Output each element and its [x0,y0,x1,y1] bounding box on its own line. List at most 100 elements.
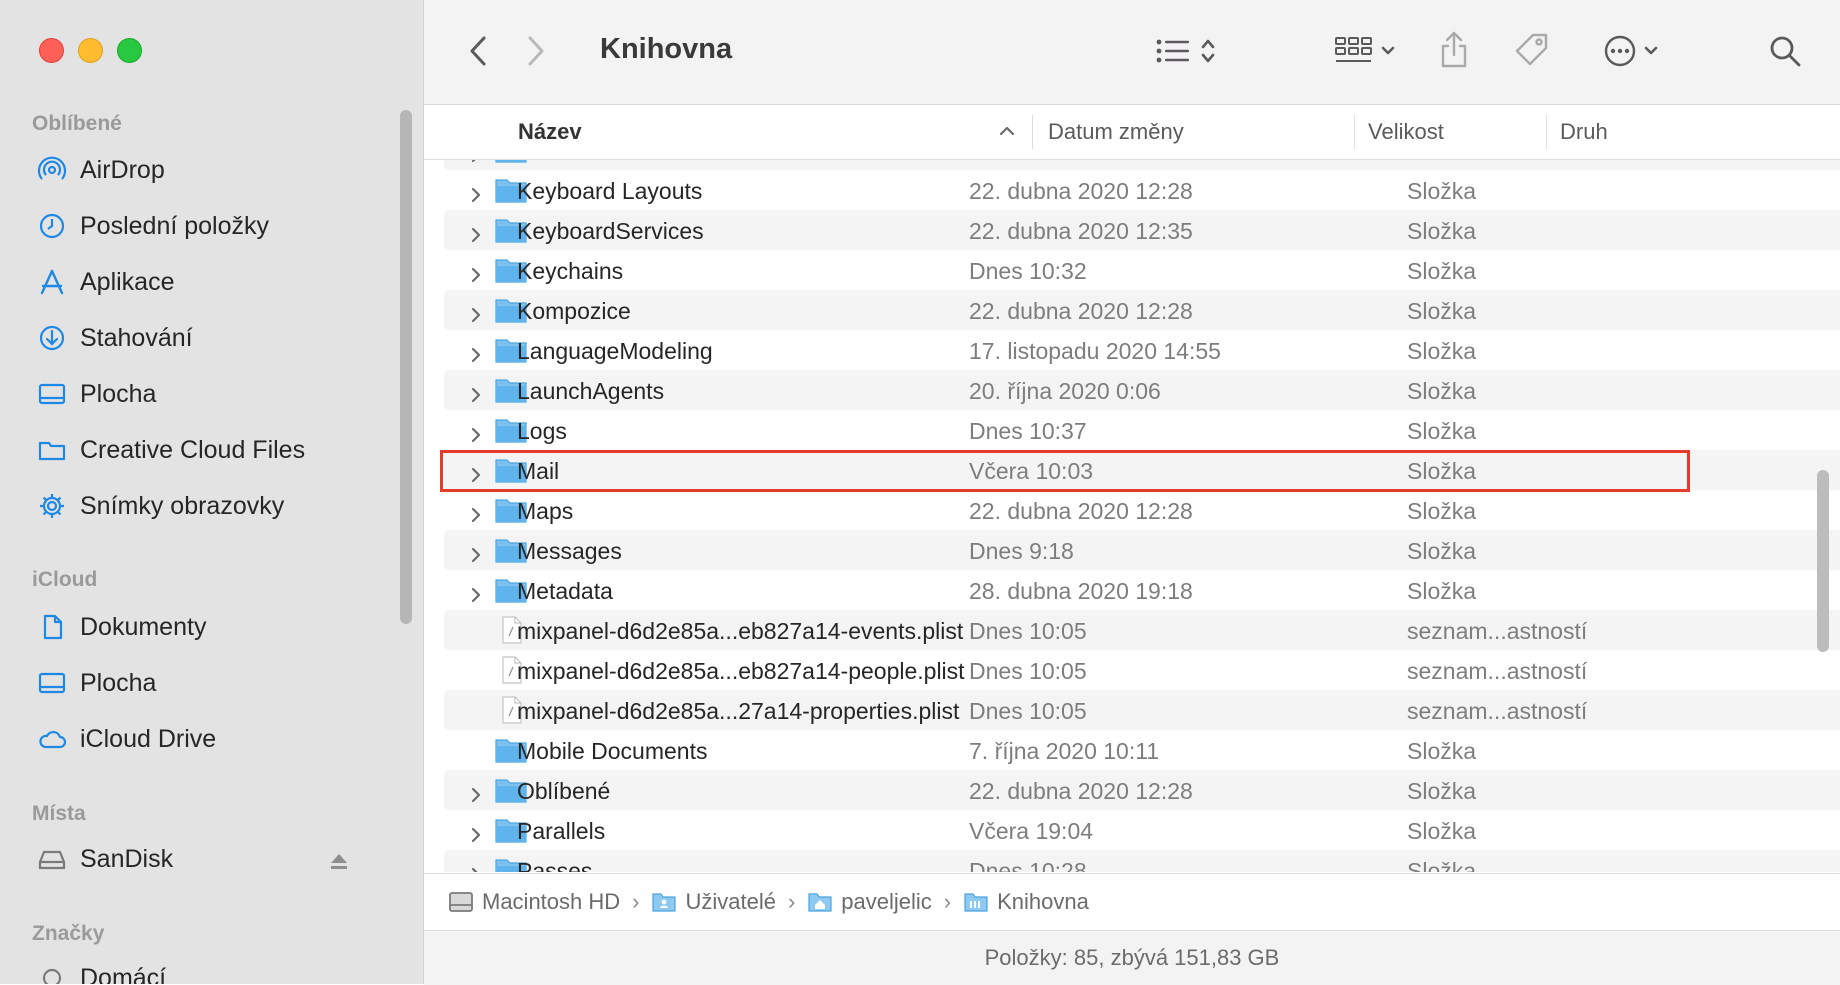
sidebar-item-icloud-drive[interactable]: iCloud Drive [36,719,216,759]
file-row[interactable]: Keyboard Layouts22. dubna 2020 12:28--Sl… [444,170,1840,210]
column-divider[interactable] [1354,115,1355,149]
share-icon [1441,31,1467,68]
column-kind[interactable]: Druh [1560,119,1608,145]
disclosure-chevron-icon[interactable] [468,182,484,203]
download-icon [36,322,68,354]
tag-button[interactable] [1510,28,1554,72]
file-kind: seznam...astností [1407,698,1588,724]
sidebar-item-downloads[interactable]: Stahování [36,318,193,358]
disclosure-chevron-icon[interactable] [468,502,484,523]
file-list-scrollbar[interactable] [1817,470,1829,652]
file-row[interactable]: KeychainsDnes 10:32--Složka [444,250,1840,290]
disclosure-chevron-icon[interactable] [468,782,484,803]
sidebar-item-airdrop[interactable]: AirDrop [36,150,165,190]
zoom-window-button[interactable] [117,38,142,63]
disclosure-chevron-icon[interactable] [468,462,484,483]
sidebar-scrollbar[interactable] [400,110,412,624]
column-divider[interactable] [1546,115,1547,149]
sidebar-item-desktop[interactable]: Plocha [36,374,156,414]
path-separator: › [632,888,640,914]
file-date: 17. listopadu 2020 14:55 [969,338,1221,364]
disclosure-chevron-icon[interactable] [468,262,484,283]
path-crumb-macintosh-hd[interactable]: Macintosh HD [448,889,620,915]
file-row[interactable]: LanguageModeling 17. listopadu 2020 14:55… [444,330,1840,370]
file-name: Passes [517,858,593,872]
path-crumb-library[interactable]: Knihovna [963,889,1089,915]
sidebar-item-label: Stahování [80,323,193,352]
file-row[interactable]: mixpanel-d6d2e85a...27a14-properties.pli… [444,690,1840,730]
file-name: Messages [517,538,622,564]
file-kind: seznam...astností [1407,618,1588,644]
disclosure-chevron-icon[interactable] [468,382,484,403]
disclosure-chevron-icon[interactable] [468,542,484,563]
chevron-down-icon [1381,46,1395,55]
file-date: Dnes 10:32 [969,258,1087,284]
file-row[interactable]: Mobile Documents7. října 2020 10:11--Slo… [444,730,1840,770]
sidebar-item-label: AirDrop [80,155,165,184]
path-crumb-home[interactable]: paveljelic [807,889,932,915]
column-divider[interactable] [1032,115,1033,149]
file-kind: Složka [1407,338,1477,364]
disclosure-chevron-icon[interactable] [468,582,484,603]
sort-ascending-icon[interactable] [998,125,1016,137]
disclosure-chevron-icon[interactable] [468,222,484,243]
sidebar-item-label: iCloud Drive [80,724,217,753]
close-window-button[interactable] [39,38,64,63]
sidebar-item-documents[interactable]: Dokumenty [36,607,206,647]
group-button[interactable] [1328,30,1402,72]
disclosure-chevron-icon[interactable] [468,822,484,843]
file-row[interactable]: Maps22. dubna 2020 12:28--Složka [444,490,1840,530]
eject-icon[interactable] [328,850,350,872]
file-row[interactable]: LogsDnes 10:37--Složka [444,410,1840,450]
file-kind: Složka [1407,458,1477,484]
file-name: KeyboardServices [517,218,704,244]
minimize-window-button[interactable] [78,38,103,63]
column-size[interactable]: Velikost [1368,119,1444,145]
path-bar: Macintosh HD › Uživatelé › paveljelic › … [424,873,1840,929]
document-icon [36,611,68,643]
sidebar-item-applications[interactable]: Aplikace [36,262,175,302]
back-button[interactable] [460,30,496,72]
sidebar-item-icloud-desktop[interactable]: Plocha [36,663,156,703]
file-date: 22. dubna 2020 12:28 [969,778,1193,804]
disclosure-chevron-icon[interactable] [468,862,484,872]
view-mode-button[interactable] [1146,30,1226,72]
forward-button[interactable] [518,30,554,72]
file-row[interactable]: mixpanel-d6d2e85a...eb827a14-events.plis… [444,610,1840,650]
file-row[interactable]: ParallelsVčera 19:04--Složka [444,810,1840,850]
window-title: Knihovna [600,33,733,65]
disclosure-chevron-icon[interactable] [468,422,484,443]
file-row[interactable]: Oblíbené22. dubna 2020 12:28--Složka [444,770,1840,810]
file-kind: Složka [1407,218,1477,244]
file-date: 28. dubna 2020 19:18 [969,578,1193,604]
disclosure-chevron-icon[interactable] [468,302,484,323]
file-kind: Složka [1407,298,1477,324]
sidebar-section-tags: Značky [32,922,105,945]
search-button[interactable] [1764,30,1806,72]
file-row[interactable]: KeyboardServices22. dubna 2020 12:35--Sl… [444,210,1840,250]
file-row[interactable]: PassesDnes 10:28--Složka [444,850,1840,872]
file-kind: Složka [1407,538,1477,564]
sidebar-item-label: Poslední položky [80,211,270,240]
share-button[interactable] [1434,26,1474,74]
sidebar-item-creative-cloud[interactable]: Creative Cloud Files [36,430,305,470]
file-row[interactable]: mixpanel-d6d2e85a...eb827a14-people.plis… [444,650,1840,690]
disclosure-chevron-icon[interactable] [468,342,484,363]
file-row[interactable]: MailVčera 10:03--Složka [444,450,1840,490]
sidebar-item-screenshots[interactable]: Snímky obrazovky [36,486,284,526]
tag-icon [1515,33,1548,66]
file-row[interactable]: LaunchAgents20. října 2020 0:06--Složka [444,370,1840,410]
file-row[interactable]: MessagesDnes 9:18--Složka [444,530,1840,570]
column-name[interactable]: Název [518,119,582,145]
sidebar-item-sandisk[interactable]: SanDisk [36,839,173,879]
sidebar-item-recents[interactable]: Poslední položky [36,206,269,246]
toolbar: Knihovna [424,0,1840,105]
file-row[interactable]: Kompozice22. dubna 2020 12:28--Složka [444,290,1840,330]
file-row[interactable] [444,160,1840,170]
action-menu-button[interactable] [1596,30,1666,72]
sidebar-item-tag-home[interactable]: Domácí [36,958,166,984]
path-crumb-users[interactable]: Uživatelé [651,889,776,915]
sidebar: Oblíbené AirDrop Poslední položky Aplika… [0,0,424,984]
column-date[interactable]: Datum změny [1048,119,1184,145]
file-row[interactable]: Metadata28. dubna 2020 19:18--Složka [444,570,1840,610]
